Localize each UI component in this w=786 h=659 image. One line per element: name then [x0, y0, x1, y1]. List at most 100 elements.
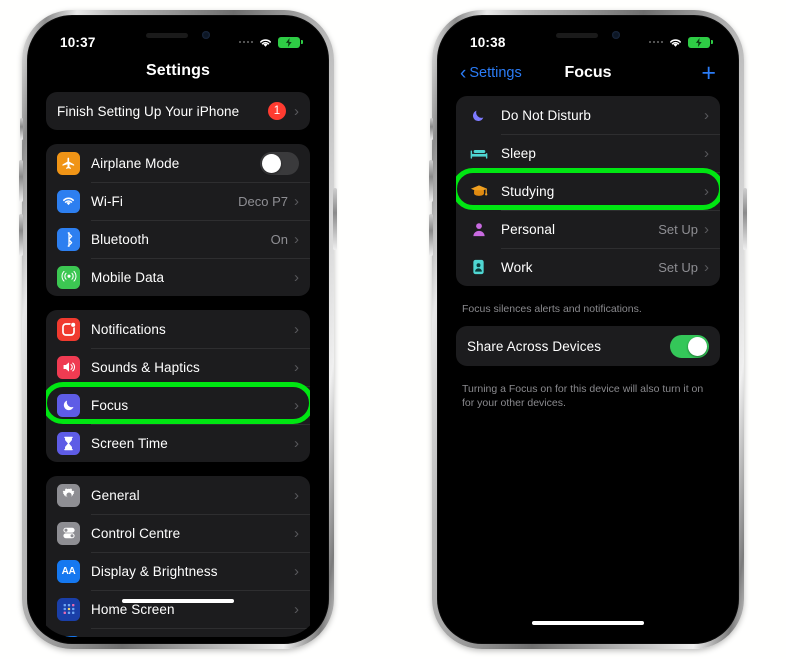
status-indicators [648, 36, 713, 48]
battery-charging-icon [278, 36, 303, 48]
status-bar-left: 10:37 [34, 22, 322, 56]
group-focus-modes: Do Not Disturb › Sleep › Studying › Pers… [456, 96, 720, 286]
row-focus[interactable]: Focus › [46, 386, 310, 424]
status-time: 10:38 [470, 34, 506, 50]
chevron-right-icon: › [294, 358, 299, 376]
screen-time-label: Screen Time [91, 435, 168, 451]
row-home-screen[interactable]: Home Screen › [46, 590, 310, 628]
focus-moon-icon [57, 393, 80, 417]
person-icon [467, 218, 490, 241]
row-work[interactable]: Work Set Up › [456, 248, 720, 286]
volume-up-button[interactable] [429, 160, 433, 202]
moon-icon [467, 104, 490, 127]
power-button[interactable] [743, 188, 747, 250]
mobile-data-label: Mobile Data [91, 269, 165, 285]
screen-settings: 10:37 Settings Finish Setting Up Your iP… [34, 22, 322, 637]
work-badge-icon [467, 256, 490, 279]
battery-charging-icon [688, 36, 713, 48]
general-label: General [91, 487, 140, 503]
work-value: Set Up [658, 259, 698, 275]
settings-list: Finish Setting Up Your iPhone 1 › Airpla… [34, 92, 322, 637]
row-accessibility[interactable]: Accessibility › [46, 628, 310, 637]
share-footnote: Turning a Focus on for this device will … [462, 383, 704, 410]
display-brightness-icon: AA [57, 559, 80, 583]
status-time: 10:37 [60, 34, 96, 50]
focus-modes-footnote: Focus silences alerts and notifications. [462, 303, 642, 315]
focus-label: Focus [91, 397, 129, 413]
finish-setup-label: Finish Setting Up Your iPhone [57, 103, 240, 119]
home-indicator[interactable] [122, 599, 234, 603]
screen-focus: 10:38 ‹ Settings Focus + Do Not Disturb … [444, 22, 732, 637]
silent-switch[interactable] [20, 118, 23, 140]
accessibility-icon [57, 635, 80, 637]
back-button-settings[interactable]: ‹ Settings [460, 64, 522, 83]
home-indicator[interactable] [532, 621, 644, 625]
phone-device-right: 10:38 ‹ Settings Focus + Do Not Disturb … [429, 10, 747, 649]
group-share-across-devices: Share Across Devices [456, 326, 720, 367]
airplane-mode-toggle[interactable] [260, 151, 299, 175]
status-bar-right: 10:38 [444, 22, 732, 56]
work-label: Work [501, 259, 533, 275]
row-bluetooth[interactable]: Bluetooth On › [46, 220, 310, 258]
airplane-icon [57, 151, 80, 175]
navigation-bar: ‹ Settings Focus + [444, 56, 732, 90]
row-studying[interactable]: Studying › [456, 172, 720, 210]
bluetooth-label: Bluetooth [91, 231, 149, 247]
row-display-brightness[interactable]: AA Display & Brightness › [46, 552, 310, 590]
silent-switch[interactable] [430, 118, 433, 140]
group-finish-setup: Finish Setting Up Your iPhone 1 › [46, 92, 310, 130]
row-notifications[interactable]: Notifications › [46, 310, 310, 348]
chevron-right-icon: › [294, 562, 299, 580]
add-focus-button[interactable]: + [701, 60, 716, 86]
airplane-mode-label: Airplane Mode [91, 155, 180, 171]
row-control-centre[interactable]: Control Centre › [46, 514, 310, 552]
chevron-right-icon: › [294, 600, 299, 618]
row-wifi[interactable]: Wi-Fi Deco P7 › [46, 182, 310, 220]
mobile-data-icon [57, 265, 80, 289]
row-sounds-haptics[interactable]: Sounds & Haptics › [46, 348, 310, 386]
bluetooth-value: On [270, 231, 288, 247]
personal-label: Personal [501, 221, 556, 237]
screenshot-stage: 10:37 Settings Finish Setting Up Your iP… [0, 0, 786, 659]
bluetooth-icon [57, 227, 80, 251]
row-personal[interactable]: Personal Set Up › [456, 210, 720, 248]
notifications-label: Notifications [91, 321, 166, 337]
power-button[interactable] [333, 188, 337, 250]
group-notifications-focus: Notifications › Sounds & Haptics › Focus… [46, 310, 310, 462]
volume-up-button[interactable] [19, 160, 23, 202]
share-across-devices-label: Share Across Devices [467, 338, 602, 354]
row-do-not-disturb[interactable]: Do Not Disturb › [456, 96, 720, 134]
row-finish-setup[interactable]: Finish Setting Up Your iPhone 1 › [46, 92, 310, 130]
gear-icon [57, 483, 80, 507]
back-button-label: Settings [469, 65, 522, 81]
signal-dots-icon [648, 40, 663, 44]
sleep-label: Sleep [501, 145, 537, 161]
chevron-right-icon: › [294, 524, 299, 542]
row-screen-time[interactable]: Screen Time › [46, 424, 310, 462]
home-screen-label: Home Screen [91, 601, 175, 617]
row-airplane-mode[interactable]: Airplane Mode [46, 144, 310, 182]
page-title-settings: Settings [146, 62, 210, 79]
chevron-right-icon: › [704, 182, 709, 200]
share-across-devices-toggle[interactable] [670, 334, 709, 358]
graduation-cap-icon [467, 180, 490, 203]
volume-down-button[interactable] [429, 214, 433, 256]
group-general: General › Control Centre › AA Display & … [46, 476, 310, 637]
chevron-left-icon: ‹ [460, 62, 467, 84]
wifi-icon [258, 37, 273, 48]
personal-value: Set Up [658, 221, 698, 237]
phone-bezel-left: 10:37 Settings Finish Setting Up Your iP… [27, 15, 329, 644]
group-connectivity: Airplane Mode Wi-Fi Deco P7 › Bluetooth … [46, 144, 310, 296]
row-sleep[interactable]: Sleep › [456, 134, 720, 172]
control-centre-label: Control Centre [91, 525, 181, 541]
volume-down-button[interactable] [19, 214, 23, 256]
focus-list: Do Not Disturb › Sleep › Studying › Pers… [444, 90, 732, 421]
signal-dots-icon [238, 40, 253, 44]
control-centre-icon [57, 521, 80, 545]
chevron-right-icon: › [704, 258, 709, 276]
screen-time-icon [57, 431, 80, 455]
row-mobile-data[interactable]: Mobile Data › [46, 258, 310, 296]
row-general[interactable]: General › [46, 476, 310, 514]
home-screen-icon [57, 597, 80, 621]
row-share-across-devices[interactable]: Share Across Devices [456, 326, 720, 366]
